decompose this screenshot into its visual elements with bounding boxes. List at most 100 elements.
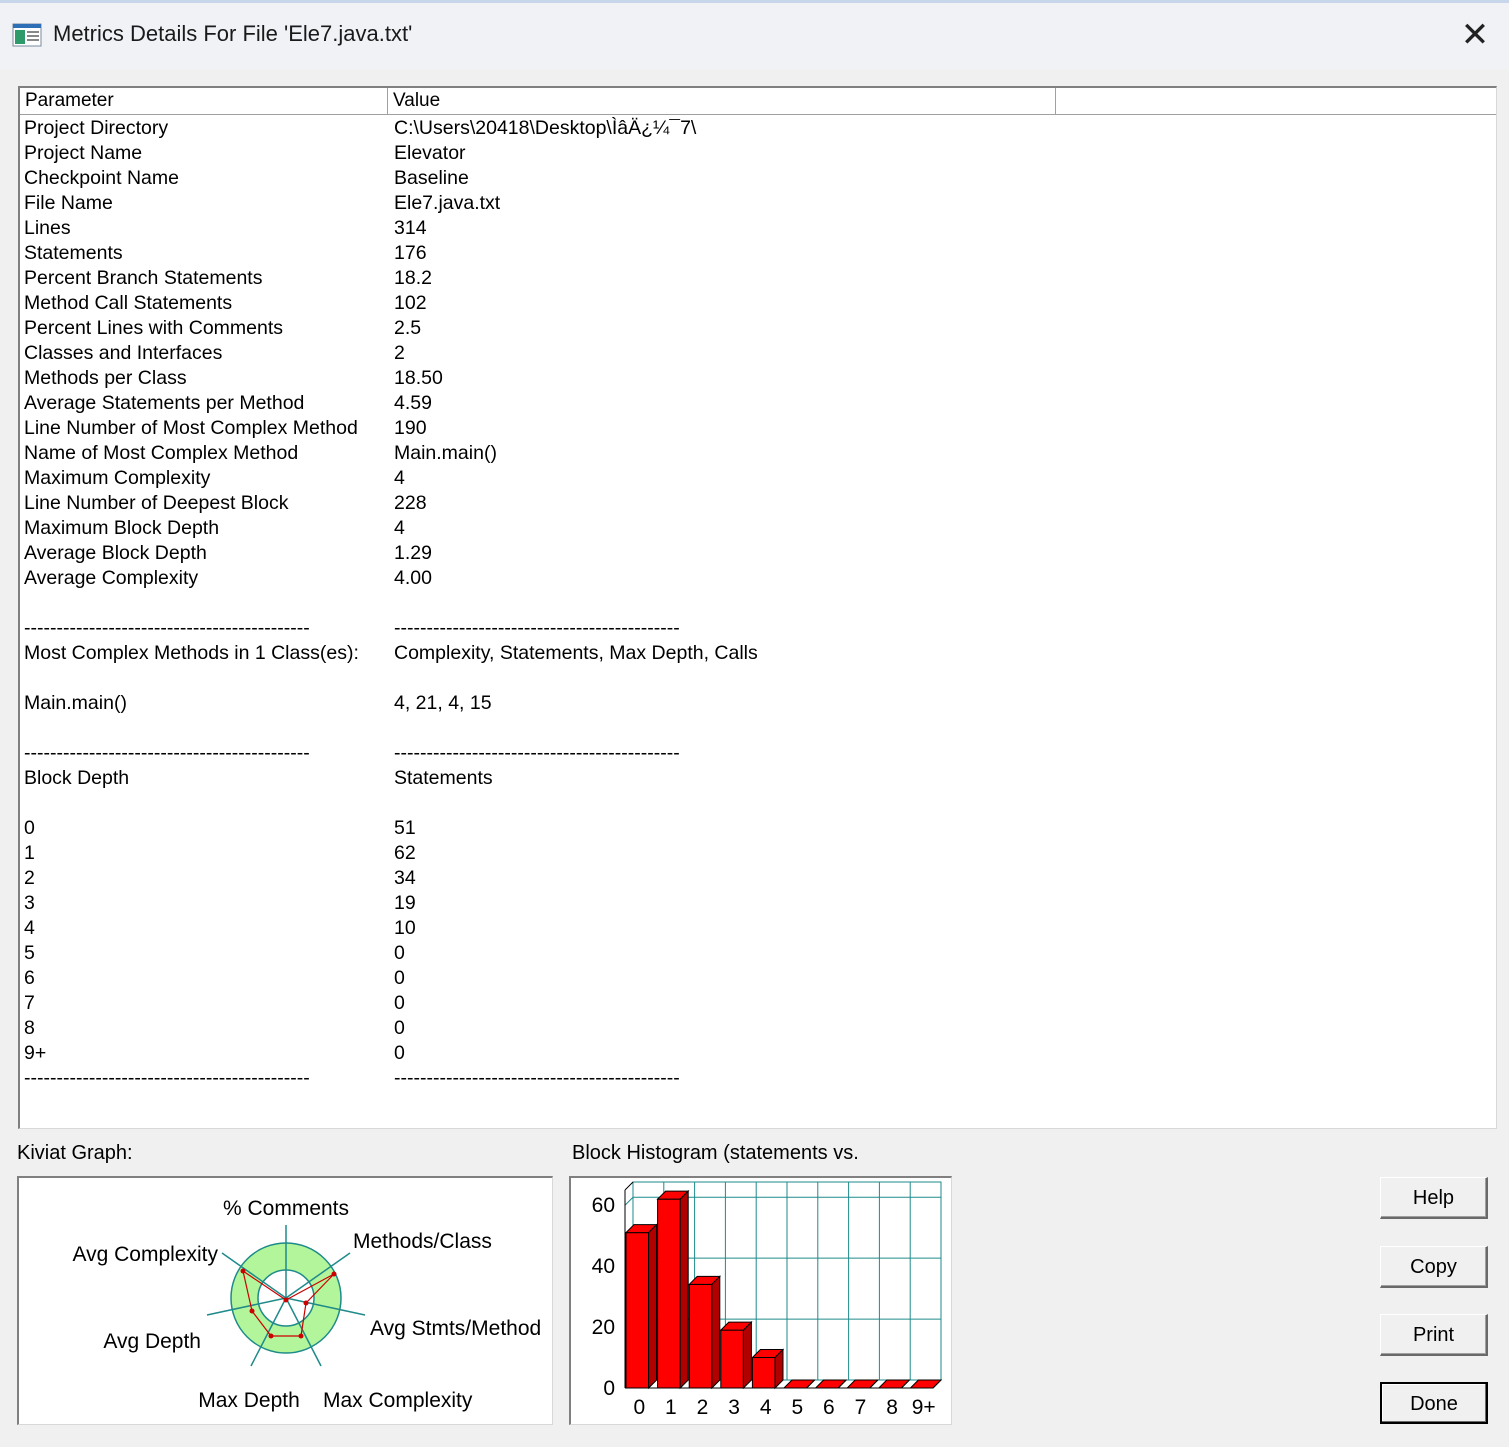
table-row[interactable]: Lines 314	[20, 216, 1496, 241]
histogram-bar-side	[711, 1275, 721, 1390]
table-row[interactable]: 60	[20, 966, 1496, 991]
value-cell: 4.00	[394, 567, 432, 589]
value-cell: 228	[394, 492, 427, 514]
table-row[interactable]	[20, 716, 1496, 741]
table-row[interactable]	[20, 591, 1496, 616]
metrics-table[interactable]: Parameter Value Project Directory C:\User…	[18, 86, 1497, 1129]
metrics-app-icon	[12, 23, 42, 47]
histogram-x-tick-label: 7	[855, 1396, 867, 1419]
histogram-bar-side	[648, 1223, 658, 1390]
parameter-cell: ----------------------------------------…	[24, 617, 310, 639]
histogram-y-tick-label: 40	[592, 1255, 615, 1278]
table-row[interactable]	[20, 666, 1496, 691]
table-row[interactable]: Average Statements per Method 4.59	[20, 391, 1496, 416]
histogram-panel: 0 20 40 60 0 1 2 3 4 5 6 7 8 9+	[569, 1176, 952, 1425]
kiviat-axis-label-avg-complexity: Avg Complexity	[72, 1243, 218, 1266]
histogram-axis-depth	[624, 1181, 634, 1191]
parameter-cell: Name of Most Complex Method	[24, 442, 299, 464]
table-row[interactable]: 70	[20, 991, 1496, 1016]
value-cell: 0	[394, 942, 405, 964]
table-row[interactable]: File Name Ele7.java.txt	[20, 191, 1496, 216]
table-row[interactable]: 50	[20, 941, 1496, 966]
value-cell: 176	[394, 242, 427, 264]
table-row[interactable]: Most Complex Methods in 1 Class(es): Comp…	[20, 641, 1496, 666]
table-row[interactable]: Project Directory C:\Users\20418\Desktop\…	[20, 116, 1496, 141]
table-row[interactable]: ----------------------------------------…	[20, 741, 1496, 766]
table-row[interactable]: Method Call Statements 102	[20, 291, 1496, 316]
parameter-cell: Statements	[24, 242, 123, 264]
value-cell: Complexity, Statements, Max Depth, Calls	[394, 642, 758, 664]
parameter-cell: File Name	[24, 192, 113, 214]
table-row[interactable]	[20, 791, 1496, 816]
parameter-cell: 5	[24, 942, 35, 964]
table-row[interactable]: Maximum Complexity 4	[20, 466, 1496, 491]
value-cell: 4, 21, 4, 15	[394, 692, 492, 714]
histogram-bar[interactable]	[657, 1198, 681, 1389]
parameter-cell: Maximum Block Depth	[24, 517, 220, 539]
value-cell: 34	[394, 867, 416, 889]
table-row[interactable]: Maximum Block Depth 4	[20, 516, 1496, 541]
help-button[interactable]: Help	[1380, 1177, 1488, 1219]
close-icon[interactable]: ✕	[1450, 13, 1500, 57]
parameter-cell: Maximum Complexity	[24, 467, 211, 489]
table-row[interactable]: Statements 176	[20, 241, 1496, 266]
column-header-value[interactable]: Value	[388, 88, 1056, 114]
value-cell: 4.59	[394, 392, 432, 414]
column-header-empty	[1056, 88, 1496, 114]
histogram-gridline-depth	[624, 1196, 634, 1206]
histogram-label: Block Histogram (statements vs.	[572, 1142, 859, 1164]
table-row[interactable]: 0 51	[20, 816, 1496, 841]
histogram-bar[interactable]	[625, 1232, 650, 1389]
table-row[interactable]: Percent Branch Statements 18.2	[20, 266, 1496, 291]
value-cell: 51	[394, 817, 416, 839]
copy-button[interactable]: Copy	[1380, 1246, 1488, 1288]
parameter-cell: 4	[24, 917, 35, 939]
value-cell: C:\Users\20418\Desktop\ÌâÄ¿¼¯7\	[394, 117, 697, 139]
value-cell: 62	[394, 842, 416, 864]
table-row[interactable]: 1 62	[20, 841, 1496, 866]
histogram-x-tick-label: 0	[633, 1396, 645, 1419]
histogram-bar[interactable]	[751, 1357, 776, 1389]
window-title: Metrics Details For File 'Ele7.java.txt'	[53, 21, 413, 46]
table-row[interactable]: Main.main() 4, 21, 4, 15	[20, 691, 1496, 716]
table-row[interactable]: Classes and Interfaces 2	[20, 341, 1496, 366]
parameter-cell: Checkpoint Name	[24, 167, 179, 189]
table-row[interactable]: Percent Lines with Comments 2.5	[20, 316, 1496, 341]
histogram-x-tick-label: 9+	[912, 1396, 936, 1419]
histogram-x-tick-label: 3	[728, 1396, 740, 1419]
table-row[interactable]: Project Name Elevator	[20, 141, 1496, 166]
histogram-x-tick-label: 4	[760, 1396, 772, 1419]
parameter-cell: Line Number of Deepest Block	[24, 492, 289, 514]
kiviat-graph: % Comments Methods/Class Avg Stmts/Metho…	[72, 1197, 541, 1412]
table-row[interactable]: ----------------------------------------…	[20, 1066, 1496, 1091]
table-row[interactable]: ----------------------------------------…	[20, 616, 1496, 641]
table-row[interactable]: 9+ 0	[20, 1041, 1496, 1066]
table-row[interactable]: 3 19	[20, 891, 1496, 916]
kiviat-axis-label-comments: % Comments	[223, 1197, 349, 1220]
table-row[interactable]: Methods per Class 18.50	[20, 366, 1496, 391]
value-cell: Main.main()	[394, 442, 497, 464]
table-row[interactable]: Checkpoint Name Baseline	[20, 166, 1496, 191]
print-button[interactable]: Print	[1380, 1314, 1488, 1356]
column-header-parameter[interactable]: Parameter	[20, 88, 388, 114]
table-row[interactable]: 2 34	[20, 866, 1496, 891]
value-cell: 102	[394, 292, 427, 314]
table-row[interactable]: Line Number of Deepest Block 228	[20, 491, 1496, 516]
table-row[interactable]: Average Block Depth 1.29	[20, 541, 1496, 566]
table-row[interactable]: Name of Most Complex Method Main.main()	[20, 441, 1496, 466]
histogram-bar[interactable]	[688, 1283, 713, 1389]
value-cell: 0	[394, 1017, 405, 1039]
value-cell: ----------------------------------------…	[394, 742, 680, 764]
table-row[interactable]: Average Complexity 4.00	[20, 566, 1496, 591]
table-row[interactable]: 4 10	[20, 916, 1496, 941]
value-cell: 0	[394, 1042, 405, 1064]
done-button[interactable]: Done	[1380, 1382, 1488, 1424]
parameter-cell: 0	[24, 817, 35, 839]
histogram-bar[interactable]	[720, 1329, 744, 1389]
value-cell: 314	[394, 217, 427, 239]
parameter-cell: 3	[24, 892, 35, 914]
table-row[interactable]: Block Depth Statements	[20, 766, 1496, 791]
table-row[interactable]: 80	[20, 1016, 1496, 1041]
table-row[interactable]: Line Number of Most Complex Method 190	[20, 416, 1496, 441]
value-cell: Ele7.java.txt	[394, 192, 501, 214]
